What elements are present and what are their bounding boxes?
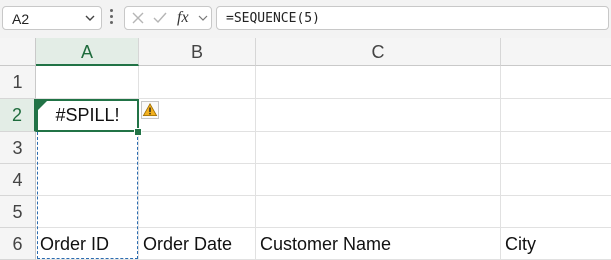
worksheet-grid: A B C 1 2 3 4 5 6 #SPILL! Order ID Order… — [0, 38, 611, 260]
formula-bar-resize-handle[interactable] — [110, 9, 114, 29]
chevron-down-icon[interactable] — [197, 12, 209, 24]
cell-c6[interactable]: Customer Name — [260, 234, 391, 255]
row-header-3[interactable]: 3 — [0, 132, 36, 164]
formula-tools: fx — [124, 6, 212, 30]
column-header-b[interactable]: B — [139, 38, 256, 66]
fill-handle[interactable] — [134, 128, 142, 136]
row-header-5[interactable]: 5 — [0, 196, 36, 228]
column-header-d[interactable] — [501, 38, 611, 66]
cell-a6[interactable]: Order ID — [40, 234, 109, 255]
error-warning-button[interactable] — [141, 101, 159, 119]
name-box[interactable]: A2 — [2, 6, 102, 30]
active-cell-a2[interactable]: #SPILL! — [36, 99, 139, 132]
chevron-down-icon[interactable] — [83, 11, 97, 25]
select-all-corner[interactable] — [0, 38, 36, 66]
close-icon[interactable] — [131, 11, 145, 25]
cell-value-spill-error: #SPILL! — [55, 105, 120, 125]
row-header-1[interactable]: 1 — [0, 66, 36, 99]
column-header-a[interactable]: A — [36, 38, 139, 66]
row-header-2[interactable]: 2 — [0, 99, 36, 132]
formula-input[interactable]: =SEQUENCE(5) — [216, 6, 609, 30]
row-header-6[interactable]: 6 — [0, 228, 36, 260]
formula-bar: A2 fx =SEQUENCE(5) — [0, 0, 611, 38]
column-header-c[interactable]: C — [256, 38, 501, 66]
warning-icon — [142, 102, 158, 116]
checkmark-icon[interactable] — [152, 11, 168, 25]
fx-icon[interactable]: fx — [177, 8, 189, 28]
row-header-4[interactable]: 4 — [0, 164, 36, 196]
cell-b6[interactable]: Order Date — [143, 234, 232, 255]
formula-text: =SEQUENCE(5) — [226, 11, 320, 26]
cell-d6[interactable]: City — [505, 234, 536, 255]
name-box-value: A2 — [12, 11, 30, 27]
